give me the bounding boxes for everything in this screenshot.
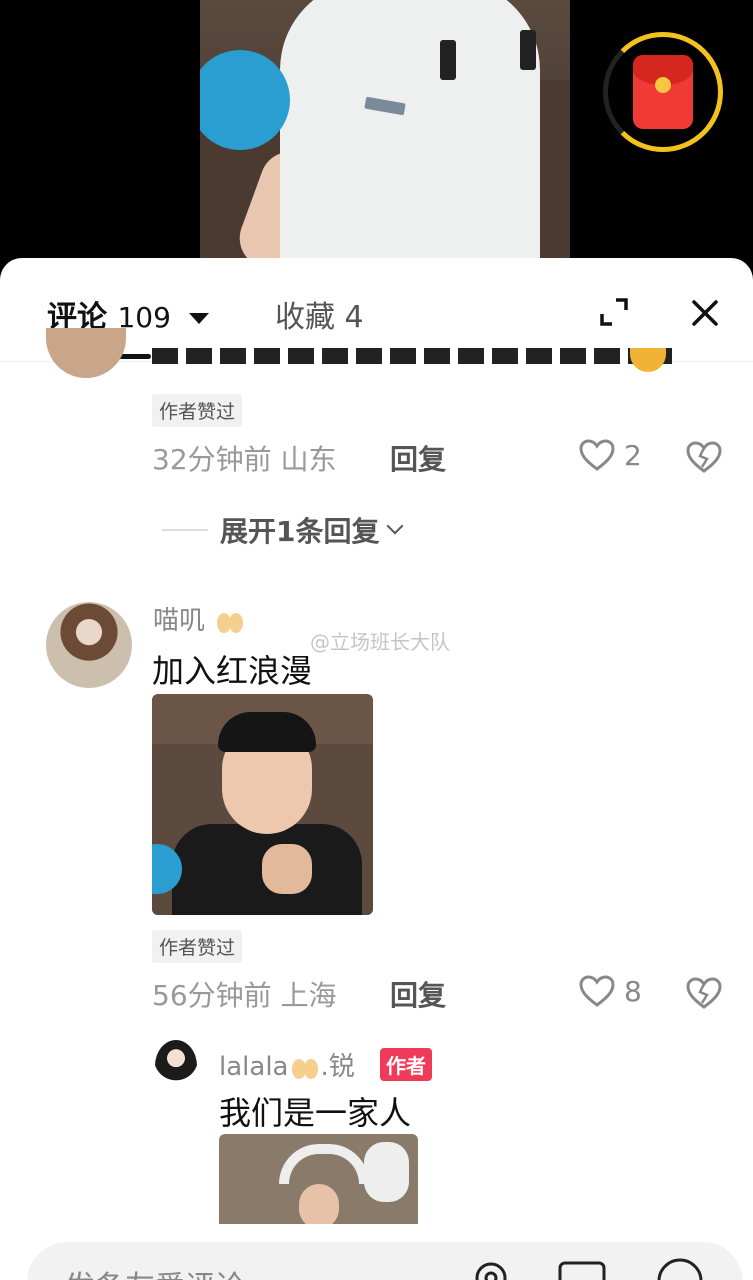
lapel-mic (440, 40, 456, 80)
emoji (630, 348, 666, 372)
comment-input[interactable]: 发条友爱评论 (27, 1242, 743, 1280)
avatar[interactable] (46, 328, 126, 378)
red-packet-coin (655, 77, 671, 93)
close-icon[interactable] (688, 296, 722, 330)
expand-replies-label: 展开1条回复 (220, 515, 380, 548)
comment-input-placeholder: 发条友爱评论 (65, 1262, 245, 1280)
broken-heart-icon[interactable] (685, 440, 723, 474)
comment-time-location: 32分钟前 山东 (152, 443, 337, 476)
username-text: 喵叽 (153, 606, 206, 636)
expand-replies-button[interactable]: 展开1条回复 (162, 510, 404, 550)
username-text: lalala (219, 1052, 289, 1082)
image-hair (218, 712, 316, 752)
raising-hands-emoji-icon (217, 612, 244, 633)
avatar[interactable] (155, 1040, 197, 1092)
at-icon[interactable] (473, 1260, 509, 1280)
heart-icon (579, 439, 615, 471)
tab-favorites-count: 4 (344, 300, 364, 335)
like-button[interactable]: 2 (578, 438, 642, 472)
reply-username[interactable]: lalala .锐 (219, 1046, 355, 1083)
caret-down-icon[interactable] (189, 313, 210, 324)
comment-username[interactable]: 喵叽 (153, 600, 245, 637)
username-text: .锐 (320, 1052, 355, 1082)
comment-image[interactable] (152, 694, 373, 915)
avatar[interactable] (46, 602, 132, 688)
raising-hands-emoji-icon (292, 1058, 319, 1079)
chevron-down-icon (386, 517, 404, 535)
reply-image[interactable] (219, 1134, 418, 1224)
reply-button[interactable]: 回复 (390, 974, 446, 1014)
like-count: 8 (624, 974, 642, 1008)
tab-favorites[interactable]: 收藏 4 (275, 292, 364, 336)
image-face (299, 1184, 339, 1224)
image-icon[interactable] (557, 1260, 607, 1280)
comment-text: 加入红浪漫 (152, 652, 313, 690)
image-hand (262, 844, 312, 894)
like-button[interactable]: 8 (578, 974, 642, 1008)
video-frame (200, 0, 570, 300)
image-heart-gesture (279, 1144, 369, 1184)
emoji-icon[interactable] (655, 1256, 705, 1280)
heart-icon (579, 975, 615, 1007)
expand-icon[interactable] (598, 296, 630, 328)
comment-sheet: 评论 109 收藏 4 作者赞过 32分钟前 山东 回复 2 展开1条回复 喵叽… (0, 258, 753, 1280)
tab-favorites-label: 收藏 (275, 300, 335, 335)
image-toy (364, 1142, 409, 1202)
author-liked-badge: 作者赞过 (152, 930, 243, 963)
red-packet-button[interactable] (603, 32, 723, 152)
author-liked-badge: 作者赞过 (152, 394, 243, 427)
divider (162, 529, 208, 531)
video-shirt (280, 0, 540, 280)
author-badge: 作者 (380, 1048, 432, 1081)
reply-button[interactable]: 回复 (390, 438, 446, 478)
video-area[interactable] (0, 0, 753, 300)
watermark: @立场班长大队 (310, 630, 450, 654)
lapel-mic (520, 30, 536, 70)
red-packet-icon (633, 55, 693, 129)
reply-text: 我们是一家人 (219, 1094, 412, 1132)
like-count: 2 (624, 438, 642, 472)
comment-time-location: 56分钟前 上海 (152, 979, 337, 1012)
broken-heart-icon[interactable] (685, 976, 723, 1010)
